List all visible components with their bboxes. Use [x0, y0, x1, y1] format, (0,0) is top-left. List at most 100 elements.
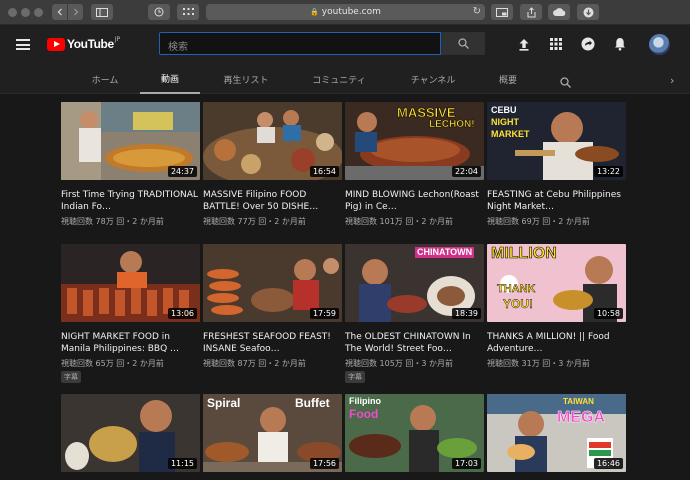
video-title[interactable]: First Time Trying TRADITIONAL Indian Fo…	[61, 189, 200, 213]
search-button[interactable]	[441, 32, 485, 55]
youtube-logo[interactable]: YouTube JP	[47, 35, 121, 51]
logo-text: YouTube	[67, 37, 114, 51]
video-duration: 13:06	[167, 308, 197, 319]
sidebar-icon	[96, 7, 108, 17]
downloads-button[interactable]	[577, 4, 599, 20]
thumbnail-overlay-text: CHINATOWN	[415, 247, 475, 258]
channel-search-button[interactable]	[560, 73, 571, 92]
video-thumbnail[interactable]: MILLION THANK YOU! 10:58	[487, 244, 626, 322]
search-input[interactable]: 検索	[159, 32, 441, 55]
thumbnail-overlay-text: MARKET	[491, 129, 530, 139]
address-bar[interactable]: 🔒 youtube.com ↻	[206, 4, 485, 20]
thumbnail-overlay-text: TAIWAN	[563, 397, 594, 406]
video-duration: 17:56	[309, 458, 339, 469]
address-url: youtube.com	[321, 7, 381, 17]
history-button[interactable]	[148, 4, 170, 20]
video-meta: 視聴回数 101万 回・2 か月前	[345, 217, 453, 226]
video-title[interactable]: NIGHT MARKET FOOD in Manila Philippines:…	[61, 331, 200, 355]
video-duration: 24:37	[167, 166, 197, 177]
video-card[interactable]: CEBU NIGHT MARKET 13:22 FEASTING at Cebu…	[487, 102, 626, 236]
tab-channels[interactable]: チャンネル	[397, 65, 469, 94]
video-card[interactable]: CHINATOWN 18:39 The OLDEST CHINATOWN In …	[345, 244, 484, 384]
video-title[interactable]: FRESHEST SEAFOOD FEAST! INSANE Seafoo…	[203, 331, 342, 355]
search-icon	[457, 38, 469, 49]
video-card[interactable]: 11:15	[61, 394, 200, 472]
video-card[interactable]: 24:37 First Time Trying TRADITIONAL Indi…	[61, 102, 200, 236]
video-title[interactable]: MASSIVE Filipino FOOD BATTLE! Over 50 DI…	[203, 189, 342, 213]
video-title[interactable]: THANKS A MILLION! || Food Adventure…	[487, 331, 626, 355]
youtube-header: YouTube JP 検索	[0, 25, 690, 65]
icloud-button[interactable]	[548, 4, 570, 20]
clock-icon	[154, 7, 164, 17]
logo-region: JP	[114, 35, 121, 43]
subtitles-badge: 字幕	[345, 371, 365, 383]
thumbnail-overlay-text: MILLION	[491, 245, 557, 262]
video-card[interactable]: Filipino Food 17:03	[345, 394, 484, 472]
video-thumbnail[interactable]: CHINATOWN 18:39	[345, 244, 484, 322]
tab-videos[interactable]: 動画	[140, 65, 200, 94]
thumbnail-overlay-text: THANK	[497, 283, 536, 295]
upload-icon	[519, 38, 529, 51]
video-meta: 視聴回数 77万 回・2 か月前	[203, 217, 306, 226]
video-thumbnail[interactable]: 13:06	[61, 244, 200, 322]
zoom-window-button[interactable]	[34, 8, 43, 17]
minimize-window-button[interactable]	[21, 8, 30, 17]
video-thumbnail[interactable]: MASSIVE LECHON! 22:04	[345, 102, 484, 180]
video-thumbnail[interactable]: TAIWAN MEGA 16:46	[487, 394, 626, 472]
avatar[interactable]	[649, 34, 670, 55]
video-thumbnail[interactable]: Filipino Food 17:03	[345, 394, 484, 472]
video-title[interactable]: MIND BLOWING Lechon(Roast Pig) in Ce…	[345, 189, 484, 213]
thumbnail-overlay-text: Spiral	[207, 396, 241, 410]
cloud-icon	[552, 8, 565, 16]
thumbnail-overlay-text: LECHON!	[429, 119, 475, 130]
video-meta: 視聴回数 69万 回・2 か月前	[487, 217, 590, 226]
chevron-left-icon	[57, 8, 62, 16]
video-card[interactable]: 16:54 MASSIVE Filipino FOOD BATTLE! Over…	[203, 102, 342, 236]
upload-button[interactable]	[517, 37, 531, 51]
apps-button[interactable]	[549, 37, 563, 51]
apps-grid-icon	[550, 38, 562, 50]
video-thumbnail[interactable]: Spiral Buffet 17:56	[203, 394, 342, 472]
video-duration: 16:46	[593, 458, 623, 469]
video-card[interactable]: MASSIVE LECHON! 22:04 MIND BLOWING Lecho…	[345, 102, 484, 236]
video-thumbnail[interactable]: 24:37	[61, 102, 200, 180]
tab-community[interactable]: コミュニティ	[298, 65, 380, 94]
video-card[interactable]: TAIWAN MEGA 16:46	[487, 394, 626, 472]
thumbnail-overlay-text: NIGHT	[491, 117, 519, 127]
share-button[interactable]	[520, 4, 542, 20]
back-button[interactable]	[52, 4, 67, 20]
close-window-button[interactable]	[8, 8, 17, 17]
video-duration: 16:54	[309, 166, 339, 177]
picture-in-picture-button[interactable]	[491, 4, 513, 20]
video-card[interactable]: 17:59 FRESHEST SEAFOOD FEAST! INSANE Sea…	[203, 244, 342, 384]
tab-about[interactable]: 概要	[484, 65, 532, 94]
video-thumbnail[interactable]: 16:54	[203, 102, 342, 180]
notifications-button[interactable]	[613, 37, 627, 51]
reload-icon[interactable]: ↻	[473, 6, 481, 17]
video-title[interactable]: The OLDEST CHINATOWN In The World! Stree…	[345, 331, 484, 355]
thumbnail-overlay-text: YOU!	[503, 297, 533, 311]
video-title[interactable]: FEASTING at Cebu Philippines Night Marke…	[487, 189, 626, 213]
video-card[interactable]: 13:06 NIGHT MARKET FOOD in Manila Philip…	[61, 244, 200, 384]
lock-icon: 🔒	[310, 8, 319, 16]
thumbnail-overlay-text: Filipino	[349, 396, 381, 406]
video-thumbnail[interactable]: 11:15	[61, 394, 200, 472]
forward-button[interactable]	[68, 4, 83, 20]
video-meta: 視聴回数 65万 回・2 か月前	[61, 359, 164, 368]
top-sites-button[interactable]	[177, 4, 199, 20]
tab-playlists[interactable]: 再生リスト	[210, 65, 282, 94]
chevron-right-icon[interactable]: ›	[670, 74, 674, 87]
video-thumbnail[interactable]: 17:59	[203, 244, 342, 322]
video-thumbnail[interactable]: CEBU NIGHT MARKET 13:22	[487, 102, 626, 180]
video-meta: 視聴回数 87万 回・2 か月前	[203, 359, 306, 368]
video-card[interactable]: Spiral Buffet 17:56	[203, 394, 342, 472]
messages-button[interactable]	[581, 37, 595, 51]
menu-icon[interactable]	[16, 39, 30, 50]
bell-icon	[615, 38, 625, 51]
thumbnail-overlay-text: Buffet	[295, 396, 330, 410]
video-card[interactable]: MILLION THANK YOU! 10:58 THANKS A MILLIO…	[487, 244, 626, 384]
share-icon	[527, 6, 535, 17]
video-duration: 11:15	[167, 458, 197, 469]
sidebar-toggle-button[interactable]	[91, 4, 113, 20]
tab-home[interactable]: ホーム	[76, 65, 134, 94]
